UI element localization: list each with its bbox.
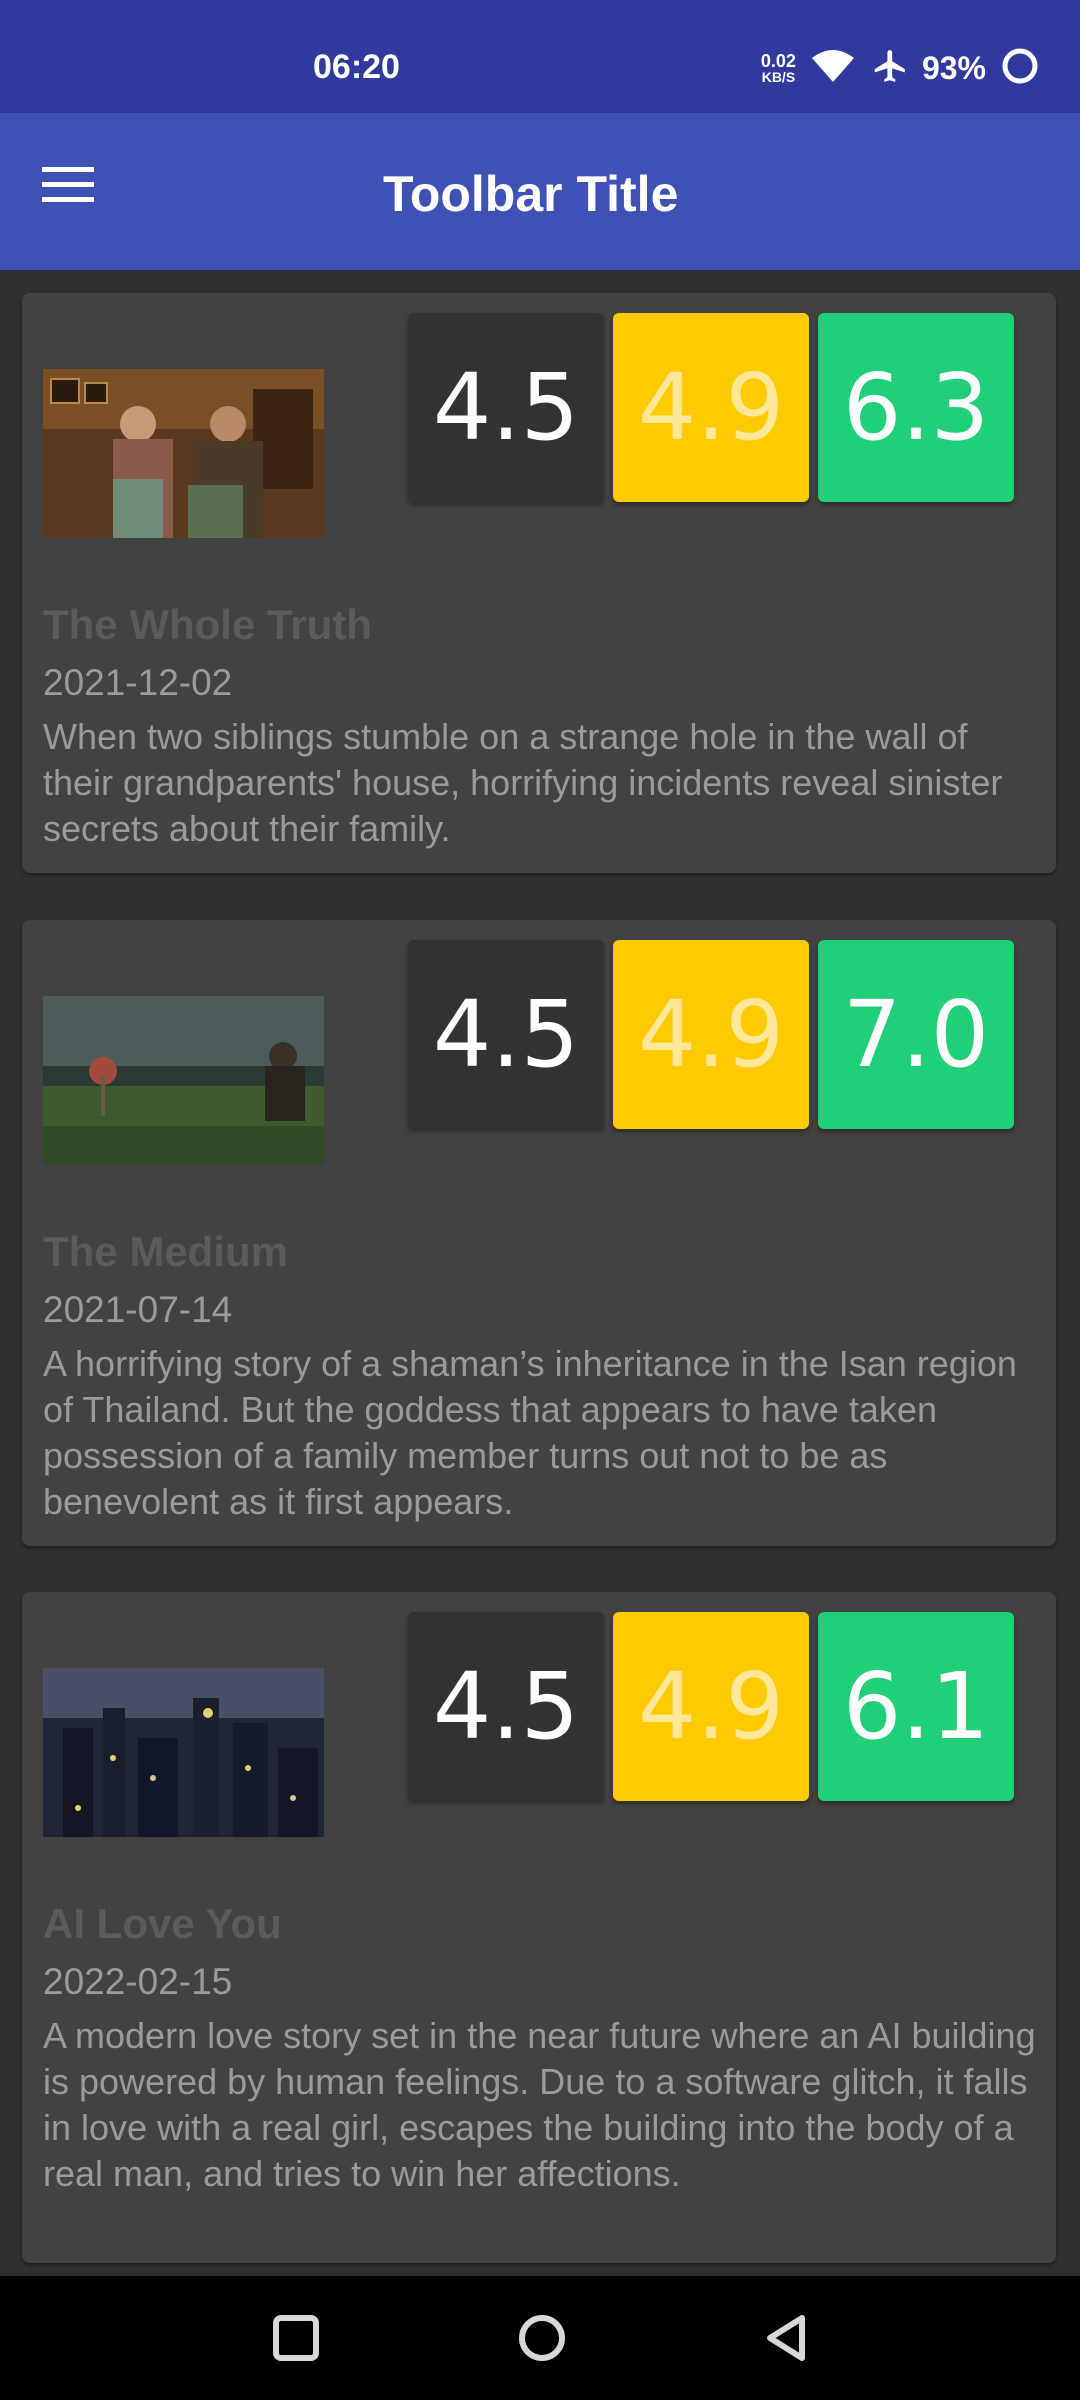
- network-speed-unit: KB/S: [761, 68, 796, 85]
- recents-square-icon[interactable]: [264, 2306, 328, 2370]
- toolbar: Toolbar Title: [0, 113, 1080, 270]
- rating-badge-green: 6.1: [818, 1612, 1014, 1801]
- movie-release-date: 2021-07-14: [43, 1289, 233, 1330]
- system-navigation-bar: [0, 2276, 1080, 2400]
- rating-badge-dark: 4.5: [408, 1612, 604, 1801]
- movie-release-date: 2021-12-02: [43, 662, 233, 703]
- status-bar: 06:20 0.02 KB/S 93%: [0, 0, 1080, 113]
- movie-title: The Whole Truth: [43, 601, 372, 648]
- movie-poster-image: [43, 996, 324, 1165]
- rating-badge-yellow: 4.9: [613, 940, 809, 1129]
- airplane-mode-icon: [870, 47, 908, 90]
- movie-poster-image: [43, 1668, 324, 1837]
- rating-badge-dark: 4.5: [408, 940, 604, 1129]
- ratings-row: 4.5 4.9 6.3: [408, 313, 1014, 502]
- movie-description: A modern love story set in the near futu…: [43, 2015, 1036, 2194]
- rating-badge-yellow: 4.9: [613, 1612, 809, 1801]
- battery-percentage: 93%: [921, 50, 986, 86]
- status-indicators: 0.02 KB/S 93%: [761, 46, 1040, 91]
- ratings-row: 4.5 4.9 6.1: [408, 1612, 1014, 1801]
- movie-card[interactable]: 4.5 4.9 6.3 The Whole Truth 2021-12-02 W…: [22, 293, 1056, 873]
- network-speed-value: 0.02: [760, 50, 796, 71]
- movie-poster-image: [43, 369, 324, 538]
- rating-badge-green: 7.0: [818, 940, 1014, 1129]
- movie-release-date: 2022-02-15: [43, 1961, 233, 2002]
- hamburger-menu-icon[interactable]: [42, 165, 112, 217]
- back-triangle-icon[interactable]: [756, 2306, 820, 2370]
- home-circle-icon[interactable]: [510, 2306, 574, 2370]
- status-time: 06:20: [313, 48, 400, 86]
- movie-title: AI Love You: [43, 1900, 282, 1947]
- rating-badge-yellow: 4.9: [613, 313, 809, 502]
- movie-title: The Medium: [43, 1228, 289, 1275]
- ratings-row: 4.5 4.9 7.0: [408, 940, 1014, 1129]
- toolbar-title: Toolbar Title: [383, 166, 679, 222]
- movie-description: A horrifying story of a shaman’s inherit…: [43, 1343, 1017, 1522]
- battery-ring-icon: [1000, 46, 1040, 91]
- movie-card[interactable]: 4.5 4.9 7.0 The Medium 2021-07-14 A horr…: [22, 920, 1056, 1546]
- rating-badge-green: 6.3: [818, 313, 1014, 502]
- movie-card[interactable]: 4.5 4.9 6.1 AI Love You 2022-02-15 A mod…: [22, 1592, 1056, 2263]
- wifi-icon: [810, 48, 856, 89]
- rating-badge-dark: 4.5: [408, 313, 604, 502]
- movie-description: When two siblings stumble on a strange h…: [43, 716, 1003, 849]
- network-speed: 0.02 KB/S: [760, 50, 796, 85]
